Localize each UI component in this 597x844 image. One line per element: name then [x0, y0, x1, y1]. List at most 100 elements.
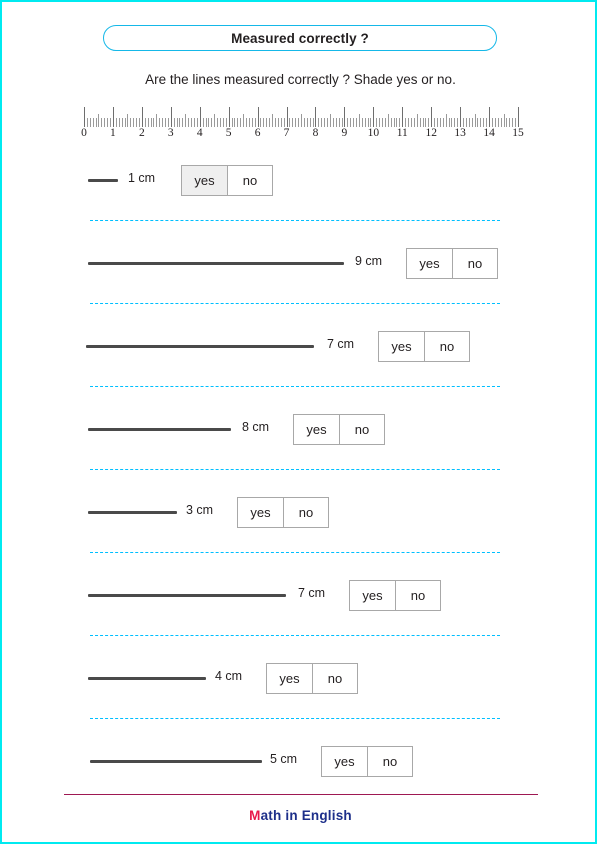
ruler-label: 13	[454, 127, 466, 139]
ruler-tick-mm	[367, 118, 369, 127]
ruler-tick-mm	[384, 118, 386, 127]
ruler-tick-mm	[248, 118, 250, 127]
ruler-tick-mm	[355, 118, 357, 127]
ruler-tick-mm	[312, 118, 314, 127]
row-separator	[90, 718, 500, 719]
ruler-tick-mm	[457, 118, 459, 127]
yes-option[interactable]: yes	[238, 498, 283, 527]
yes-option[interactable]: yes	[267, 664, 312, 693]
ruler-tick-mm	[138, 118, 140, 127]
no-option[interactable]: no	[424, 332, 469, 361]
ruler-tick-mm	[95, 118, 97, 127]
ruler-tick-mm	[150, 118, 152, 127]
ruler-tick-mm	[156, 114, 158, 127]
ruler-tick-mm	[329, 114, 331, 127]
no-option[interactable]: no	[283, 498, 328, 527]
yes-no-choice: yes no	[293, 414, 385, 445]
ruler-tick-mm	[465, 118, 467, 127]
ruler-tick-mm	[306, 118, 308, 127]
ruler-tick-mm	[405, 118, 407, 127]
ruler-tick-cm	[141, 107, 143, 127]
ruler-tick-mm	[512, 118, 514, 127]
no-option[interactable]: no	[312, 664, 357, 693]
ruler-tick-mm	[159, 118, 161, 127]
ruler-tick-cm	[344, 107, 346, 127]
ruler-label: 10	[367, 127, 380, 139]
ruler-tick-mm	[240, 118, 242, 127]
ruler-label: 0	[81, 127, 87, 139]
ruler-label: 3	[167, 127, 174, 139]
ruler-tick-cm	[402, 107, 404, 127]
measured-line	[88, 179, 118, 182]
ruler-tick-mm	[387, 114, 389, 127]
ruler-labels: 0 1 2 3 4 5 6 7 8 9 10 11 12 13 14 15	[81, 127, 524, 141]
ruler-tick-mm	[167, 118, 169, 127]
ruler-tick-mm	[463, 118, 465, 127]
ruler: 0 1 2 3 4 5 6 7 8 9 10 11 12 13 14 15	[81, 105, 524, 141]
measurement-label: 7 cm	[298, 586, 326, 600]
ruler-tick-mm	[448, 118, 450, 127]
page-title: Measured correctly ?	[231, 30, 369, 46]
ruler-tick-mm	[136, 118, 138, 127]
ruler-tick-mm	[234, 118, 236, 127]
ruler-tick-mm	[396, 118, 398, 127]
measurement-label: 9 cm	[355, 254, 383, 268]
footer-logo: Math in English	[2, 808, 595, 823]
ruler-tick-mm	[266, 118, 268, 127]
title-pill: Measured correctly ?	[103, 25, 497, 51]
exercise-row-inner: 5 cm yes no	[2, 744, 595, 778]
ruler-tick-mm	[436, 118, 438, 127]
exercise-row-inner: 7 cm yes no	[2, 578, 595, 612]
ruler-tick-mm	[503, 114, 505, 127]
ruler-tick-mm	[382, 118, 383, 127]
exercise-row: 7 cm yes no	[2, 329, 595, 363]
ruler-tick-mm	[179, 118, 181, 127]
exercise-row-inner: 8 cm yes no	[2, 412, 595, 446]
yes-option[interactable]: yes	[322, 747, 367, 776]
exercise-row-inner: 9 cm yes no	[2, 246, 595, 280]
ruler-tick-mm	[219, 118, 221, 127]
ruler-tick-mm	[101, 118, 103, 127]
yes-option[interactable]: yes	[379, 332, 424, 361]
ruler-tick-mm	[445, 114, 447, 127]
ruler-tick-cm	[315, 107, 317, 127]
ruler-tick-mm	[147, 118, 149, 127]
ruler-tick-cm	[199, 107, 201, 127]
ruler-tick-mm	[451, 118, 453, 127]
ruler-tick-mm	[327, 118, 329, 127]
ruler-tick-mm	[280, 118, 282, 127]
ruler-tick-mm	[237, 118, 239, 127]
yes-option[interactable]: yes	[350, 581, 395, 610]
measurement-label: 8 cm	[242, 420, 270, 434]
ruler-tick-mm	[92, 118, 94, 127]
measurement-label: 3 cm	[186, 503, 214, 517]
ruler-tick-mm	[222, 118, 224, 127]
yes-option[interactable]: yes	[407, 249, 452, 278]
ruler-tick-mm	[263, 118, 265, 127]
yes-option[interactable]: yes	[182, 166, 227, 195]
ruler-tick-mm	[399, 118, 401, 127]
ruler-tick-mm	[208, 118, 210, 127]
no-option[interactable]: no	[227, 166, 272, 195]
exercise-row: 3 cm yes no	[2, 495, 595, 529]
ruler-tick-mm	[246, 118, 248, 127]
ruler-tick-mm	[124, 118, 126, 127]
ruler-tick-mm	[428, 118, 430, 127]
ruler-tick-mm	[211, 118, 213, 127]
yes-option[interactable]: yes	[294, 415, 339, 444]
ruler-label: 12	[425, 127, 437, 139]
ruler-tick-mm	[324, 118, 326, 127]
ruler-tick-mm	[104, 118, 106, 127]
no-option[interactable]: no	[339, 415, 384, 444]
ruler-tick-mm	[115, 118, 117, 127]
ruler-tick-mm	[338, 118, 340, 127]
ruler-tick-mm	[188, 118, 190, 127]
no-option[interactable]: no	[367, 747, 412, 776]
measurement-label: 1 cm	[128, 171, 156, 185]
exercise-row: 9 cm yes no	[2, 246, 595, 280]
no-option[interactable]: no	[395, 581, 440, 610]
ruler-tick-cm	[431, 107, 433, 127]
no-option[interactable]: no	[452, 249, 497, 278]
ruler-tick-mm	[454, 118, 456, 127]
ruler-tick-mm	[486, 118, 488, 127]
